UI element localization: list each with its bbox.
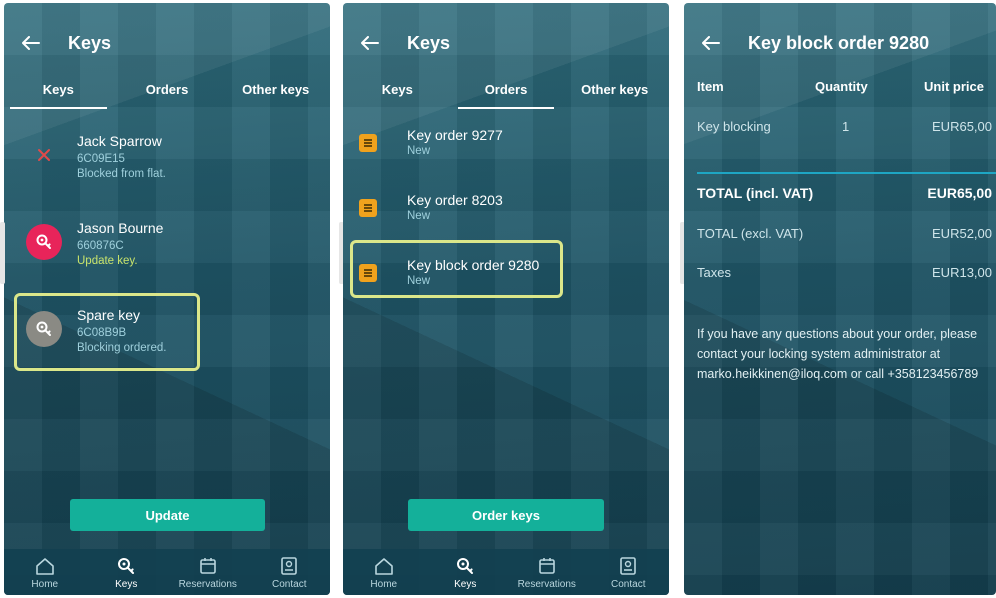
taxes-label: Taxes [697, 265, 731, 280]
order-keys-button[interactable]: Order keys [408, 499, 604, 531]
order-name: Key order 9277 [407, 127, 503, 143]
back-arrow-icon[interactable] [20, 32, 42, 54]
nav-label: Reservations [178, 578, 237, 590]
update-button[interactable]: Update [70, 499, 265, 531]
calendar-icon [199, 555, 217, 577]
line-quantity: 1 [842, 119, 850, 134]
key-item-jack-sparrow[interactable]: Jack Sparrow 6C09E15 Blocked from flat. [4, 125, 330, 191]
key-status: Blocking ordered. [77, 342, 167, 354]
key-code: 660876C [77, 240, 124, 252]
key-item-spare-key[interactable]: Spare key 6C08B9B Blocking ordered. [4, 299, 330, 365]
edge-handle [0, 222, 5, 284]
nav-reservations[interactable]: Reservations [167, 549, 249, 595]
nav-keys[interactable]: Keys [86, 549, 168, 595]
divider [697, 172, 996, 174]
nav-keys[interactable]: Keys [425, 549, 507, 595]
key-holder-name: Spare key [77, 307, 141, 323]
tab-keys[interactable]: Keys [343, 69, 452, 109]
key-icon [26, 224, 62, 260]
tab-bar: Keys Orders Other keys [343, 69, 669, 109]
stage: Keys Keys Orders Other keys Jack Sparrow… [0, 0, 996, 598]
nav-label: Keys [115, 578, 138, 590]
tab-orders[interactable]: Orders [452, 69, 561, 109]
key-status: Blocked from flat. [77, 168, 166, 180]
screen-keys-list: Keys Keys Orders Other keys Jack Sparrow… [4, 3, 330, 595]
bottom-nav: Home Keys Reservations Contact [4, 549, 330, 595]
tab-other-keys[interactable]: Other keys [560, 69, 669, 109]
order-name: Key block order 9280 [407, 257, 540, 273]
nav-label: Reservations [517, 578, 576, 590]
nav-label: Contact [611, 578, 646, 590]
blocked-x-icon [26, 137, 62, 173]
key-holder-name: Jack Sparrow [77, 133, 162, 149]
tab-bar: Keys Orders Other keys [4, 69, 330, 109]
line-unit-price: EUR65,00 [932, 119, 992, 134]
order-status: New [407, 275, 431, 287]
contact-card-icon [280, 555, 298, 577]
nav-contact[interactable]: Contact [588, 549, 670, 595]
taxes-value: EUR13,00 [932, 265, 992, 280]
key-code: 6C09E15 [77, 153, 125, 165]
calendar-icon [538, 555, 556, 577]
order-item[interactable]: Key order 8203 New [343, 186, 669, 236]
home-icon [35, 555, 55, 577]
screen-order-detail: Key block order 9280 Item Quantity Unit … [684, 3, 996, 595]
nav-label: Keys [454, 578, 477, 590]
document-icon [359, 134, 377, 152]
nav-label: Contact [272, 578, 307, 590]
contact-card-icon [619, 555, 637, 577]
nav-home[interactable]: Home [4, 549, 86, 595]
back-arrow-icon[interactable] [700, 32, 722, 54]
key-status: Update key. [77, 255, 138, 267]
contact-note: If you have any questions about your ord… [697, 327, 979, 381]
column-header-unit-price: Unit price [924, 79, 984, 94]
key-icon [116, 555, 136, 577]
column-header-item: Item [697, 79, 724, 94]
order-status: New [407, 145, 431, 157]
key-icon [455, 555, 475, 577]
order-item[interactable]: Key order 9277 New [343, 121, 669, 171]
column-header-quantity: Quantity [815, 79, 868, 94]
top-bar: Keys [4, 23, 330, 63]
tab-other-keys[interactable]: Other keys [221, 69, 330, 109]
tab-orders[interactable]: Orders [113, 69, 222, 109]
table-header: Item Quantity Unit price [684, 79, 996, 101]
key-item-jason-bourne[interactable]: Jason Bourne 660876C Update key. [4, 212, 330, 278]
order-status: New [407, 210, 431, 222]
page-title: Keys [68, 32, 112, 53]
nav-label: Home [370, 578, 398, 590]
key-icon [26, 311, 62, 347]
order-item[interactable]: Key block order 9280 New [343, 251, 669, 301]
page-title: Key block order 9280 [748, 32, 930, 53]
page-title: Keys [407, 32, 451, 53]
line-item: Key blocking [697, 119, 771, 134]
tab-keys[interactable]: Keys [4, 69, 113, 109]
total-excl-value: EUR52,00 [932, 226, 992, 241]
home-icon [374, 555, 394, 577]
document-icon [359, 264, 377, 282]
nav-home[interactable]: Home [343, 549, 425, 595]
document-icon [359, 199, 377, 217]
total-excl-label: TOTAL (excl. VAT) [697, 226, 804, 241]
top-bar: Keys [343, 23, 669, 63]
total-incl-value: EUR65,00 [927, 185, 992, 201]
key-holder-name: Jason Bourne [77, 220, 164, 236]
screen-orders-list: Keys Keys Orders Other keys Key order 92… [343, 3, 669, 595]
back-arrow-icon[interactable] [359, 32, 381, 54]
nav-reservations[interactable]: Reservations [506, 549, 588, 595]
key-code: 6C08B9B [77, 327, 127, 339]
bottom-nav: Home Keys Reservations Contact [343, 549, 669, 595]
total-incl-label: TOTAL (incl. VAT) [697, 185, 814, 201]
top-bar: Key block order 9280 [684, 23, 996, 63]
order-name: Key order 8203 [407, 192, 503, 208]
nav-label: Home [31, 578, 59, 590]
nav-contact[interactable]: Contact [249, 549, 331, 595]
